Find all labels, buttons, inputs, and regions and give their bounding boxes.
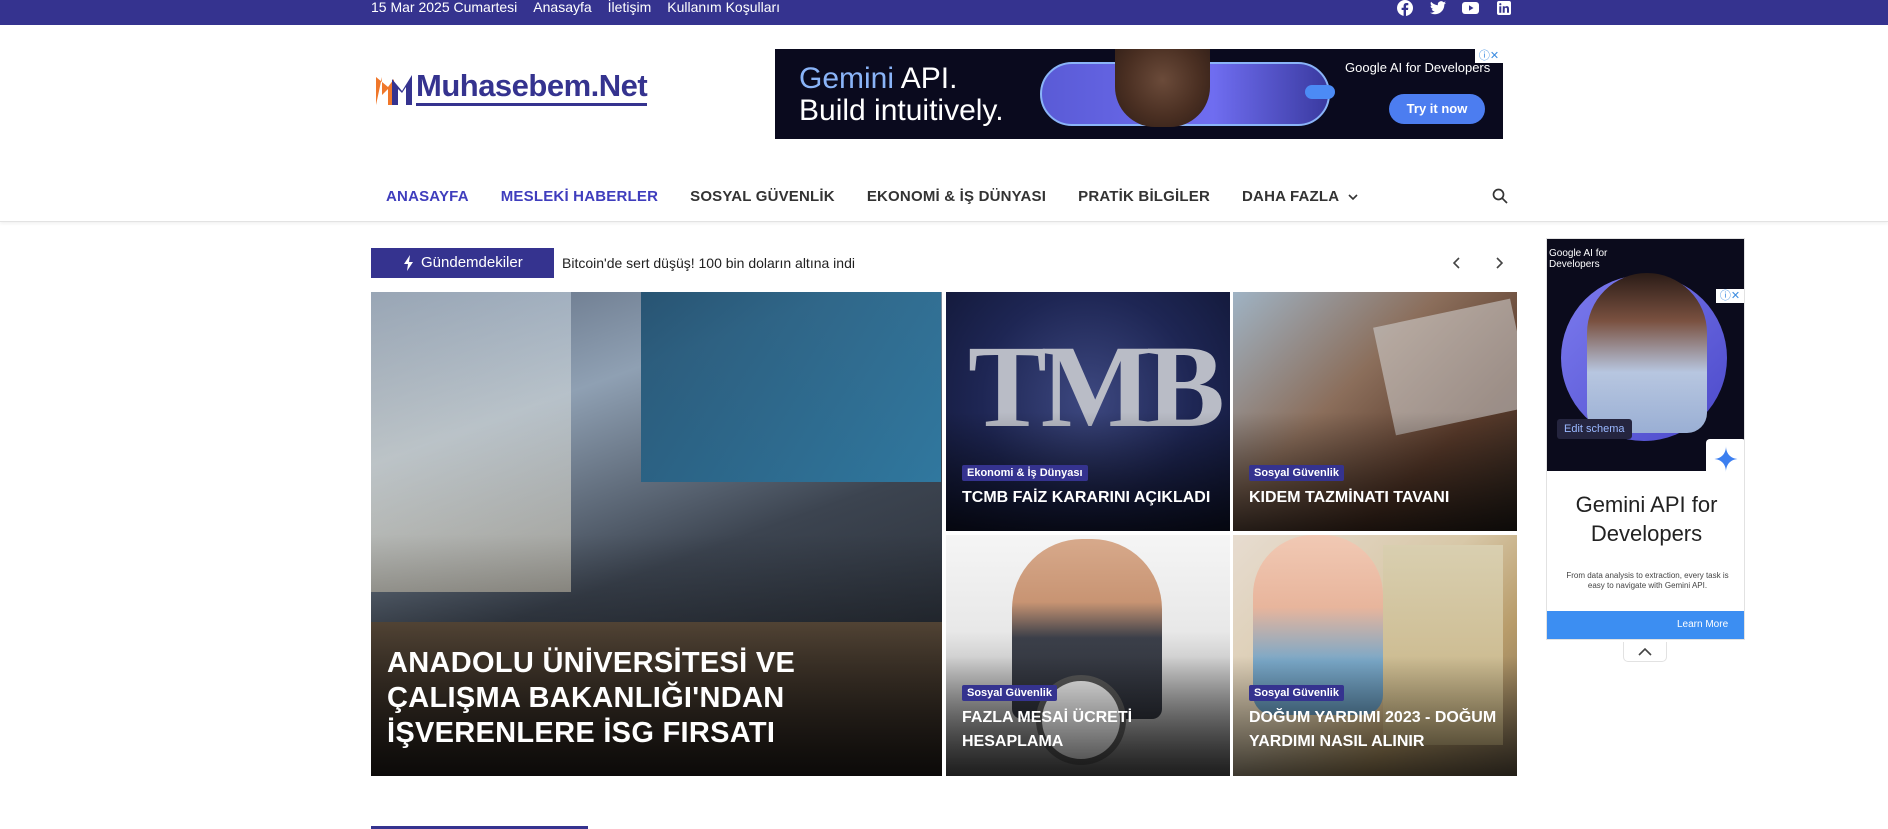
social-links (1396, 0, 1512, 16)
nav-item-professional-news[interactable]: MESLEKİ HABERLER (485, 188, 674, 205)
sidebar-ad-heading: Gemini API for Developers (1575, 492, 1718, 546)
main-navigation: ANASAYFA MESLEKİ HABERLER SOSYAL GÜVENLİ… (0, 170, 1888, 222)
article-title: KIDEM TAZMİNATI TAVANI (1249, 489, 1450, 506)
linkedin-icon[interactable] (1495, 0, 1512, 16)
sidebar-ad-person (1587, 273, 1707, 433)
article-title: ANADOLU ÜNİVERSİTESİ VE ÇALIŞMA BAKANLIĞ… (387, 647, 796, 749)
featured-article-tcmb[interactable]: TMB Ekonomi & İş Dünyası TCMB FAİZ KARAR… (946, 292, 1230, 531)
logo-text: Muhasebem.Net (416, 68, 648, 106)
site-logo[interactable]: Muhasebem.Net (374, 64, 648, 110)
ad-choices-icon[interactable]: ⓘ✕ (1475, 49, 1503, 63)
featured-article-mesai[interactable]: Sosyal Güvenlik FAZLA MESAİ ÜCRETİ HESAP… (946, 535, 1230, 776)
top-link-contact[interactable]: İletişim (608, 0, 652, 14)
category-badge[interactable]: Sosyal Güvenlik (1249, 685, 1344, 701)
bolt-icon (404, 255, 413, 271)
ad-choices-icon[interactable]: ⓘ✕ (1716, 289, 1744, 303)
sidebar-ad-cta[interactable]: Learn More (1677, 619, 1728, 630)
nav-item-practical-info[interactable]: PRATİK BİLGİLER (1062, 188, 1226, 205)
ticker-label-text: Gündemdekiler (421, 254, 523, 271)
ticker-headline[interactable]: Bitcoin'de sert düşüş! 100 bin doların a… (562, 248, 855, 278)
ticker-controls (1450, 248, 1506, 278)
youtube-icon[interactable] (1462, 0, 1479, 16)
ad-headline-rest: API. (894, 62, 958, 95)
ad-cta-button[interactable]: Try it now (1389, 94, 1485, 124)
top-bar-links: 15 Mar 2025 Cumartesi Anasayfa İletişim … (371, 0, 780, 14)
featured-article-dogum[interactable]: Sosyal Güvenlik DOĞUM YARDIMI 2023 - DOĞ… (1233, 535, 1517, 776)
nav-item-more-label: DAHA FAZLA (1242, 187, 1339, 205)
article-image-screen (641, 292, 941, 482)
category-badge[interactable]: Ekonomi & İş Dünyası (962, 465, 1088, 481)
ad-collapse-button[interactable] (1623, 642, 1667, 662)
chevron-up-icon (1638, 647, 1652, 656)
ad-person-image (1115, 49, 1210, 127)
twitter-icon[interactable] (1429, 0, 1446, 16)
current-date: 15 Mar 2025 Cumartesi (371, 0, 518, 15)
facebook-icon[interactable] (1396, 0, 1413, 16)
chevron-right-icon[interactable] (1492, 256, 1506, 270)
top-bar: 15 Mar 2025 Cumartesi Anasayfa İletişim … (0, 0, 1888, 25)
top-link-terms[interactable]: Kullanım Koşulları (667, 0, 780, 14)
article-title: TCMB FAİZ KARARINI AÇIKLADI (962, 489, 1211, 506)
sidebar-ad[interactable]: Google AI for Developers Edit schema ⓘ✕ … (1546, 238, 1745, 640)
featured-article-kidem[interactable]: Sosyal Güvenlik KIDEM TAZMİNATI TAVANI (1233, 292, 1517, 531)
sidebar-ad-body: From data analysis to extraction, every … (1566, 571, 1729, 590)
nav-item-social-security[interactable]: SOSYAL GÜVENLİK (674, 188, 851, 205)
search-icon[interactable] (1492, 188, 1508, 204)
featured-main-article[interactable]: ANADOLU ÜNİVERSİTESİ VE ÇALIŞMA BAKANLIĞ… (371, 292, 942, 776)
ad-headline: Gemini API. Build intuitively. (799, 63, 1004, 127)
logo-mark-icon (376, 75, 412, 105)
ad-subheadline: Build intuitively. (799, 94, 1004, 127)
top-link-home[interactable]: Anasayfa (533, 0, 591, 14)
nav-item-home[interactable]: ANASAYFA (374, 188, 485, 205)
ticker-label: Gündemdekiler (371, 248, 554, 278)
chevron-down-icon (1348, 193, 1358, 200)
ad-toggle-graphic (1305, 85, 1335, 99)
category-badge[interactable]: Sosyal Güvenlik (1249, 465, 1344, 481)
nav-item-more[interactable]: DAHA FAZLA (1226, 188, 1374, 205)
article-title: DOĞUM YARDIMI 2023 - DOĞUM YARDIMI NASIL… (1249, 709, 1497, 750)
sidebar-ad-brand: Google AI for Developers (1549, 248, 1608, 270)
chevron-left-icon[interactable] (1450, 256, 1464, 270)
gemini-star-icon (1706, 439, 1744, 479)
banner-ad[interactable]: Gemini API. Build intuitively. Google AI… (775, 49, 1503, 139)
category-badge[interactable]: Sosyal Güvenlik (962, 685, 1057, 701)
article-title: FAZLA MESAİ ÜCRETİ HESAPLAMA (962, 709, 1133, 750)
ad-brand-label: Google AI for Developers (1345, 60, 1491, 75)
nav-item-economy[interactable]: EKONOMİ & İŞ DÜNYASI (851, 188, 1062, 205)
sidebar-ad-edit-label: Edit schema (1557, 419, 1632, 439)
ad-headline-brand: Gemini (799, 62, 895, 95)
